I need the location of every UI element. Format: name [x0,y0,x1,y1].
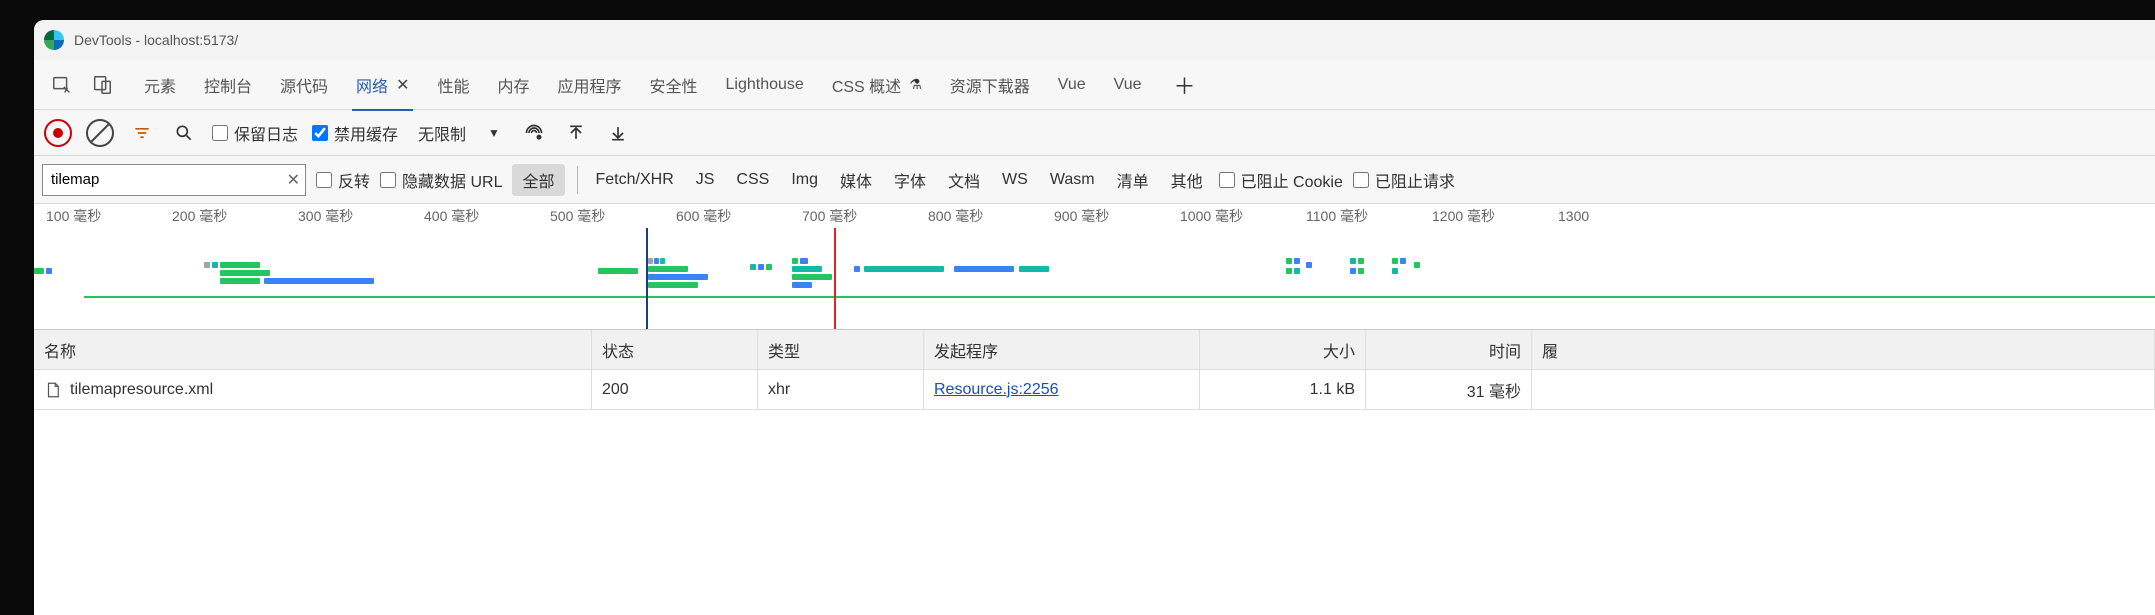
type-fetch-xhr[interactable]: Fetch/XHR [590,171,680,189]
type-all[interactable]: 全部 [512,164,564,196]
header-type[interactable]: 类型 [758,330,924,369]
timeline-overview[interactable]: 100 毫秒 200 毫秒 300 毫秒 400 毫秒 500 毫秒 600 毫… [34,204,2155,330]
tab-network[interactable]: 网络 ✕ [344,60,421,110]
cell-initiator[interactable]: Resource.js:2256 [934,381,1059,399]
close-tab-icon[interactable]: ✕ [396,75,409,95]
type-wasm[interactable]: Wasm [1044,171,1101,189]
inspect-element-icon[interactable] [44,67,80,103]
type-js[interactable]: JS [690,171,721,189]
type-doc[interactable]: 文档 [942,168,986,192]
tab-css-overview[interactable]: CSS 概述⚗ [820,60,934,110]
network-conditions-icon[interactable] [520,119,548,147]
type-img[interactable]: Img [785,171,824,189]
search-icon[interactable] [170,119,198,147]
cell-size: 1.1 kB [1310,381,1355,399]
tab-memory[interactable]: 内存 [485,60,541,110]
file-icon [44,380,62,400]
invert-checkbox[interactable]: 反转 [316,168,370,192]
filter-bar: ✕ 反转 隐藏数据 URL 全部 Fetch/XHR JS CSS Img 媒体… [34,156,2155,204]
header-name[interactable]: 名称 [34,330,592,369]
titlebar: DevTools - localhost:5173/ [34,20,2155,60]
cell-status: 200 [602,381,629,399]
throttling-select[interactable]: 无限制 ▼ [412,121,506,145]
table-header: 名称 状态 类型 发起程序 大小 时间 履 [34,330,2155,370]
cell-type: xhr [768,381,790,399]
preserve-log-checkbox[interactable]: 保留日志 [212,121,298,145]
edge-logo-icon [44,30,64,50]
main-tabs: 元素 控制台 源代码 网络 ✕ 性能 内存 应用程序 安全性 Lighthous… [34,60,2155,110]
chevron-down-icon: ▼ [488,126,500,140]
header-status[interactable]: 状态 [592,330,758,369]
tab-performance[interactable]: 性能 [425,60,481,110]
timeline-ruler: 100 毫秒 200 毫秒 300 毫秒 400 毫秒 500 毫秒 600 毫… [34,204,2155,228]
blocked-cookies-checkbox[interactable]: 已阻止 Cookie [1219,168,1343,192]
type-css[interactable]: CSS [730,171,775,189]
filter-input[interactable] [42,164,306,196]
header-initiator[interactable]: 发起程序 [924,330,1200,369]
tab-elements[interactable]: 元素 [132,60,188,110]
cell-name: tilemapresource.xml [70,381,213,399]
tab-vue-2[interactable]: Vue [1102,60,1154,110]
import-har-icon[interactable] [562,119,590,147]
flask-icon: ⚗ [909,76,922,93]
request-table: 名称 状态 类型 发起程序 大小 时间 履 tilemapresource.xm… [34,330,2155,615]
tab-vue-1[interactable]: Vue [1046,60,1098,110]
timeline-long-request [84,296,2155,298]
add-tab-icon[interactable]: ＋ [1166,69,1204,101]
tab-sources[interactable]: 源代码 [268,60,340,110]
header-time[interactable]: 时间 [1366,330,1532,369]
export-har-icon[interactable] [604,119,632,147]
table-row[interactable]: tilemapresource.xml 200 xhr Resource.js:… [34,370,2155,410]
tab-console[interactable]: 控制台 [192,60,264,110]
header-size[interactable]: 大小 [1200,330,1366,369]
header-waterfall[interactable]: 履 [1532,330,2155,369]
blocked-requests-checkbox[interactable]: 已阻止请求 [1353,168,1455,192]
devtools-window: DevTools - localhost:5173/ 元素 控制台 源代码 网络… [34,20,2155,615]
cell-time: 31 毫秒 [1467,378,1521,402]
record-button[interactable] [44,119,72,147]
tab-resource-downloader[interactable]: 资源下载器 [938,60,1042,110]
timeline-body [34,228,2155,329]
window-title: DevTools - localhost:5173/ [74,32,238,48]
tab-application[interactable]: 应用程序 [546,60,634,110]
load-event-marker [834,228,836,329]
cell-waterfall [1532,370,2155,409]
network-toolbar: 保留日志 禁用缓存 无限制 ▼ [34,110,2155,156]
clear-button[interactable] [86,119,114,147]
type-other[interactable]: 其他 [1165,168,1209,192]
tab-security[interactable]: 安全性 [638,60,710,110]
disable-cache-checkbox[interactable]: 禁用缓存 [312,121,398,145]
hide-data-urls-checkbox[interactable]: 隐藏数据 URL [380,168,502,192]
tab-lighthouse[interactable]: Lighthouse [714,60,816,110]
clear-filter-icon[interactable]: ✕ [287,170,300,190]
filter-toggle-icon[interactable] [128,119,156,147]
device-toggle-icon[interactable] [84,67,120,103]
type-manifest[interactable]: 清单 [1111,168,1155,192]
type-media[interactable]: 媒体 [834,168,878,192]
type-ws[interactable]: WS [996,171,1034,189]
type-font[interactable]: 字体 [888,168,932,192]
